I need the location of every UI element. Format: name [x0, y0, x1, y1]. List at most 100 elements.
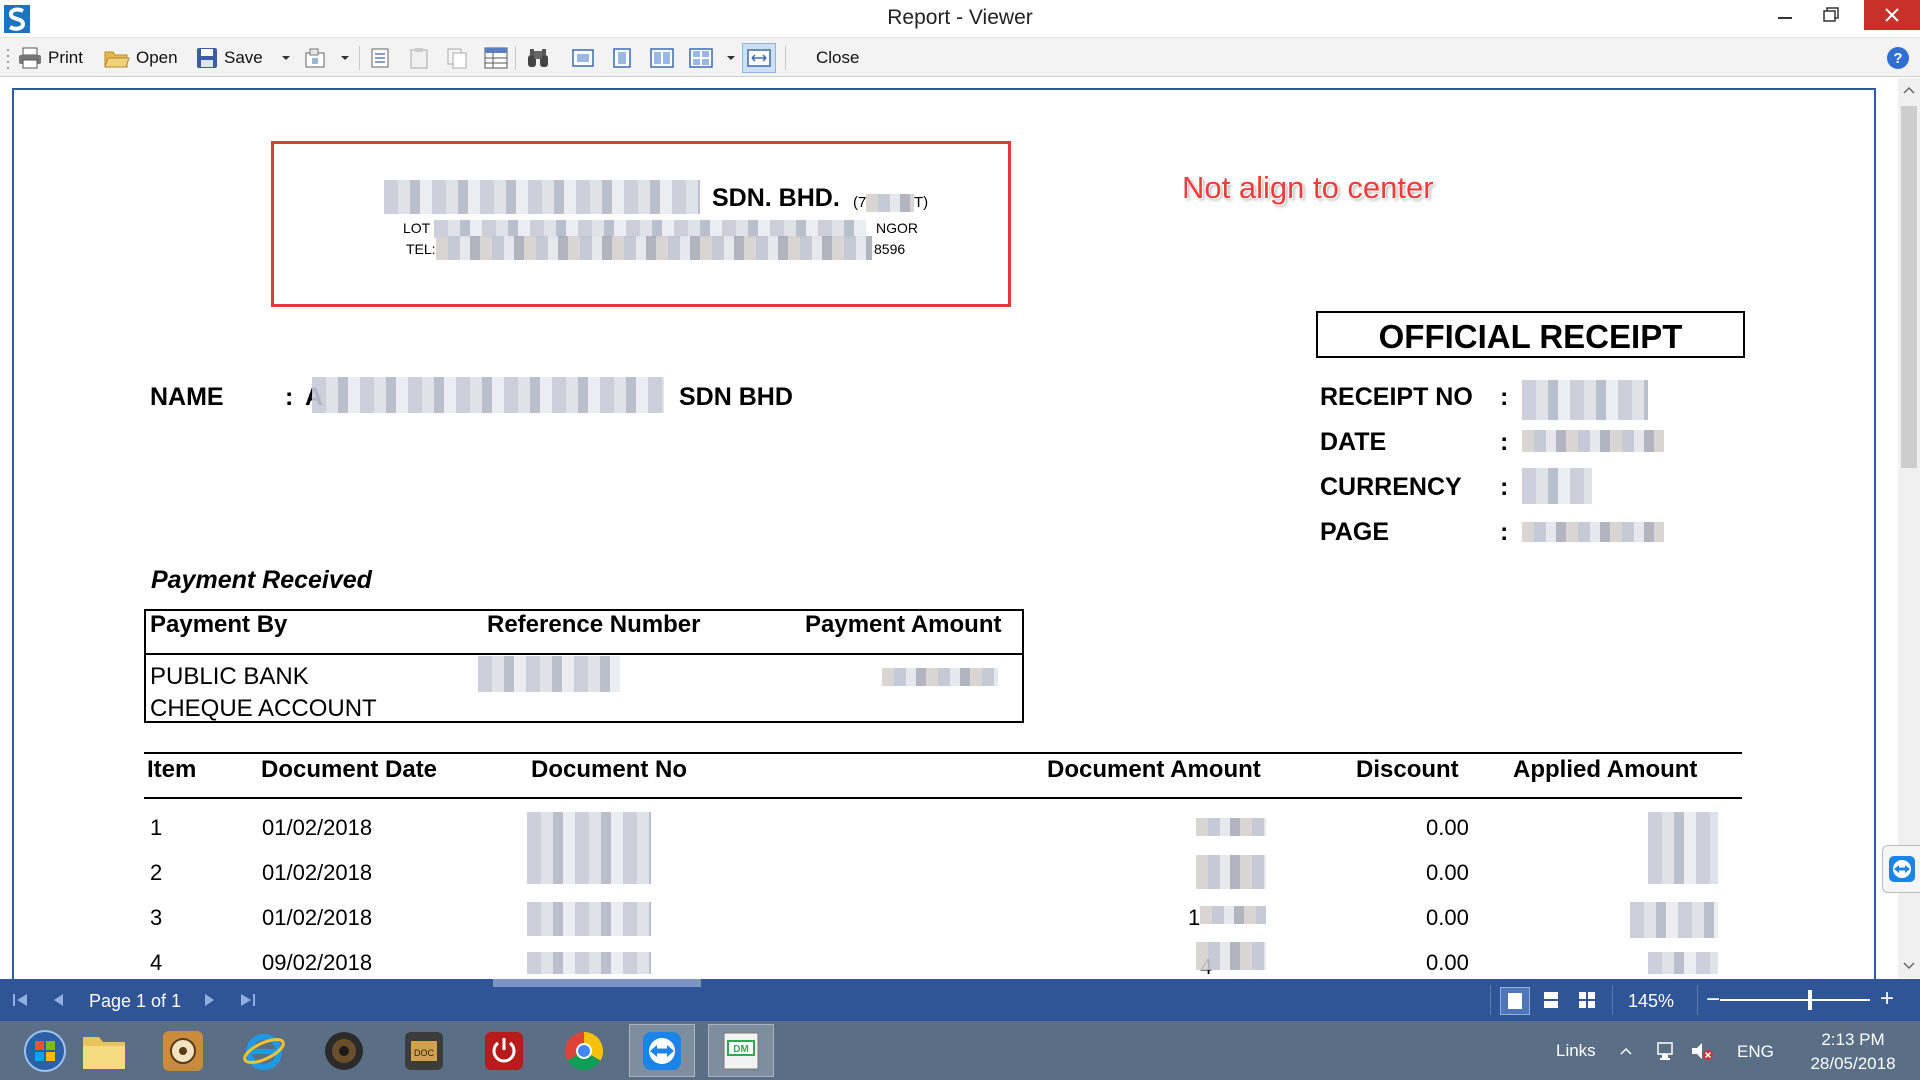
horizontal-scrollbar-thumb[interactable]	[493, 979, 701, 987]
close-window-button[interactable]	[1864, 0, 1920, 30]
restore-button[interactable]	[1808, 0, 1854, 30]
toolbar: Print Open Save Close ?	[0, 38, 1920, 77]
redacted-row-3-document-no	[527, 902, 651, 936]
volume-muted-icon[interactable]	[1690, 1040, 1714, 1062]
last-page-icon[interactable]	[240, 992, 256, 1008]
multiple-pages-view-icon[interactable]	[1577, 990, 1597, 1010]
redacted-row-3-document-amount	[1200, 906, 1266, 924]
floppy-disk-icon	[197, 48, 217, 68]
toolbar-grip-icon	[6, 44, 10, 72]
copy-button[interactable]	[446, 44, 468, 72]
multi-page-button[interactable]	[689, 44, 713, 72]
fit-page-icon	[747, 49, 771, 67]
document-amount-header: Document Amount	[1047, 756, 1261, 783]
next-page-icon[interactable]	[204, 992, 216, 1008]
find-button[interactable]	[526, 44, 550, 72]
item-header: Item	[147, 756, 197, 783]
redacted-row-4-document-no	[527, 952, 651, 974]
single-page-button[interactable]	[571, 44, 595, 72]
payment-by-line2: CHEQUE ACCOUNT	[150, 695, 377, 722]
fit-page-button[interactable]	[742, 43, 776, 73]
print-button[interactable]: Print	[18, 44, 83, 72]
save-dropdown-button[interactable]	[281, 44, 291, 72]
redacted-row-4-document-amount	[1196, 942, 1266, 970]
scroll-up-icon[interactable]	[1903, 86, 1915, 94]
page-setup-button[interactable]	[484, 44, 508, 72]
single-page-view-button[interactable]	[1500, 987, 1530, 1015]
continuous-view-icon[interactable]	[1542, 990, 1560, 1010]
taskbar-internet-explorer[interactable]	[231, 1024, 297, 1077]
taskbar-file-explorer[interactable]	[71, 1024, 137, 1077]
payment-received-title: Payment Received	[151, 566, 372, 594]
page-label: PAGE	[1320, 518, 1389, 546]
title-bar: Report - Viewer	[0, 0, 1920, 38]
chevron-down-icon	[282, 56, 290, 60]
vertical-scrollbar[interactable]	[1898, 78, 1920, 978]
close-report-button[interactable]: Close	[816, 44, 859, 72]
first-page-icon[interactable]	[12, 992, 28, 1008]
zoom-slider-track[interactable]	[1720, 999, 1870, 1001]
view-mode-dropdown-button[interactable]	[726, 44, 736, 72]
continuous-button[interactable]	[611, 44, 633, 72]
scrollbar-thumb[interactable]	[1901, 106, 1917, 468]
teamviewer-icon	[643, 1031, 681, 1070]
taskbar: DOC DM Links ENG 2:13 PM 28/05/2018	[0, 1021, 1920, 1080]
links-toolbar-label[interactable]: Links	[1556, 1041, 1596, 1061]
redacted-row-1-document-no	[527, 812, 651, 848]
clock-time[interactable]: 2:13 PM	[1808, 1030, 1898, 1050]
receipt-no-colon: :	[1500, 383, 1509, 411]
taskbar-chrome[interactable]	[551, 1024, 617, 1077]
payment-amount-header: Payment Amount	[805, 611, 1002, 638]
items-table-top-border	[144, 752, 1742, 754]
name-colon: :	[285, 383, 294, 411]
show-hidden-icons-icon[interactable]	[1620, 1047, 1632, 1055]
row-1-item: 1	[150, 815, 163, 840]
taskbar-power-app[interactable]	[471, 1024, 537, 1077]
previous-page-icon[interactable]	[52, 992, 64, 1008]
document-no-header: Document No	[531, 756, 687, 783]
two-pages-button[interactable]	[650, 44, 674, 72]
toolbar-separator	[359, 46, 360, 70]
discount-header: Discount	[1356, 756, 1459, 783]
redacted-payment-amount	[882, 668, 998, 686]
toolbar-separator	[515, 46, 516, 70]
single-page-icon	[572, 49, 594, 67]
zoom-out-button[interactable]: −	[1706, 986, 1720, 1014]
scroll-down-icon[interactable]	[1903, 962, 1915, 970]
redacted-reference-number	[478, 656, 620, 692]
applied-amount-header: Applied Amount	[1513, 756, 1698, 783]
payment-table-header-divider	[144, 653, 1024, 655]
row-1-date: 01/02/2018	[262, 815, 373, 840]
minimize-button[interactable]	[1762, 0, 1808, 30]
date-label: DATE	[1320, 428, 1387, 456]
zoom-in-button[interactable]: +	[1880, 985, 1894, 1013]
window-title: Report - Viewer	[887, 6, 1033, 29]
svg-text:DOC: DOC	[414, 1048, 435, 1058]
send-dropdown-button[interactable]	[340, 44, 350, 72]
network-icon[interactable]	[1656, 1040, 1678, 1062]
taskbar-report-viewer[interactable]: DM	[708, 1024, 774, 1077]
clock-date[interactable]: 28/05/2018	[1794, 1054, 1912, 1074]
paste-button[interactable]	[408, 44, 430, 72]
save-button[interactable]: Save	[196, 44, 263, 72]
taskbar-app-2[interactable]	[150, 1024, 216, 1077]
document-send-icon	[305, 48, 325, 68]
input-language[interactable]: ENG	[1737, 1042, 1774, 1062]
send-button[interactable]	[304, 44, 330, 72]
name-label: NAME	[150, 383, 224, 411]
date-colon: :	[1500, 428, 1509, 456]
currency-colon: :	[1500, 473, 1509, 501]
row-4-discount: 0.00	[1426, 950, 1469, 975]
redacted-customer-name	[312, 377, 664, 413]
open-button[interactable]: Open	[104, 44, 178, 72]
redacted-date	[1522, 430, 1664, 452]
help-button[interactable]: ?	[1886, 44, 1910, 72]
chevron-down-icon	[727, 56, 735, 60]
teamviewer-side-tab[interactable]	[1882, 845, 1920, 893]
items-table-header-divider	[144, 797, 1742, 799]
bookmarks-button[interactable]	[369, 44, 391, 72]
taskbar-doc-app[interactable]: DOC	[391, 1024, 457, 1077]
zoom-slider-thumb[interactable]	[1808, 990, 1812, 1010]
taskbar-teamviewer[interactable]	[629, 1024, 695, 1077]
taskbar-speaker-app[interactable]	[311, 1024, 377, 1077]
